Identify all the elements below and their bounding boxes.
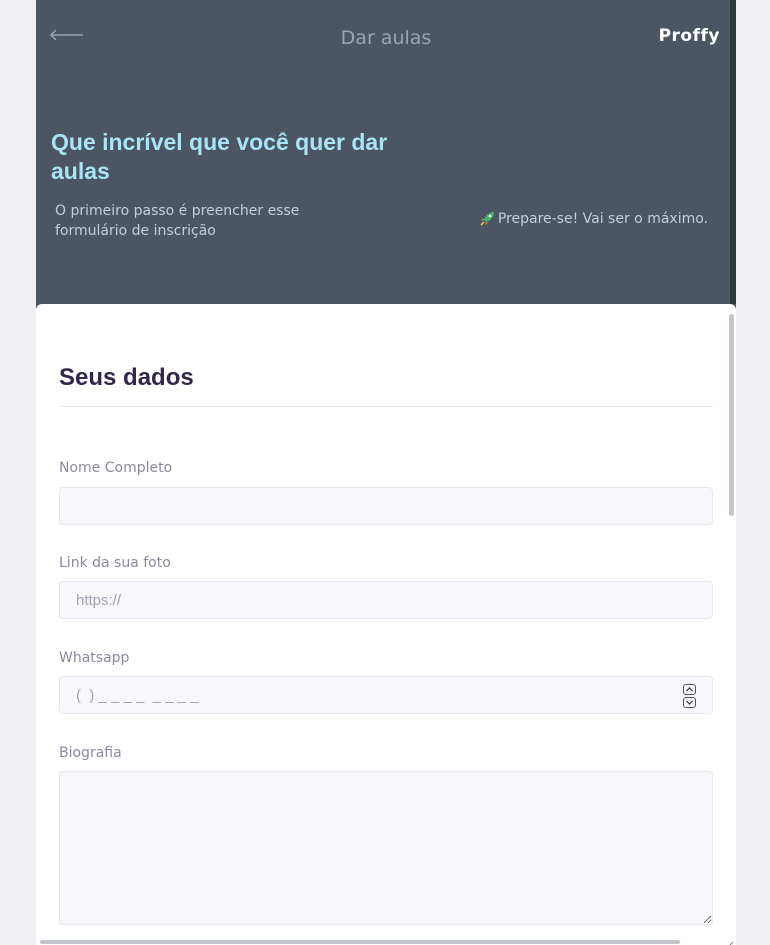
bio-textarea[interactable] [59,771,713,925]
bio-label: Biografia [59,745,122,761]
hero-title: Que incrível que você quer dar aulas [51,129,388,184]
hero-note: Prepare-se! Vai ser o máximo. [479,210,708,227]
avatar-label: Link da sua foto [59,555,171,571]
resize-grip-icon[interactable] [726,936,734,945]
avatar-url-input[interactable] [59,581,713,619]
name-input[interactable] [59,487,713,525]
hero-note-text: Prepare-se! Vai ser o máximo. [497,210,708,227]
page-scrollbar[interactable] [730,0,736,304]
form-card: Seus dados Nome Completo Link da sua fot… [36,304,736,945]
chevron-up-icon[interactable] [683,684,696,695]
proffy-logo: Proffy [658,26,720,46]
section-divider [59,406,713,407]
horizontal-scrollbar-thumb[interactable] [40,940,680,944]
hero-description: O primeiro passo é preencher esse formul… [55,203,300,239]
section-title: Seus dados [59,364,194,391]
whatsapp-label: Whatsapp [59,650,130,666]
page-header: Dar aulas Proffy Que incrível que você q… [36,0,736,330]
page: Dar aulas Proffy Que incrível que você q… [36,0,736,945]
card-scrollbar-thumb[interactable] [729,314,734,516]
name-label: Nome Completo [59,460,173,476]
rocket-icon [479,210,496,227]
top-bar: Dar aulas Proffy [36,0,736,70]
whatsapp-input[interactable] [59,676,713,714]
page-title: Dar aulas [340,27,432,49]
chevron-down-icon[interactable] [683,697,696,708]
whatsapp-stepper [683,684,697,710]
